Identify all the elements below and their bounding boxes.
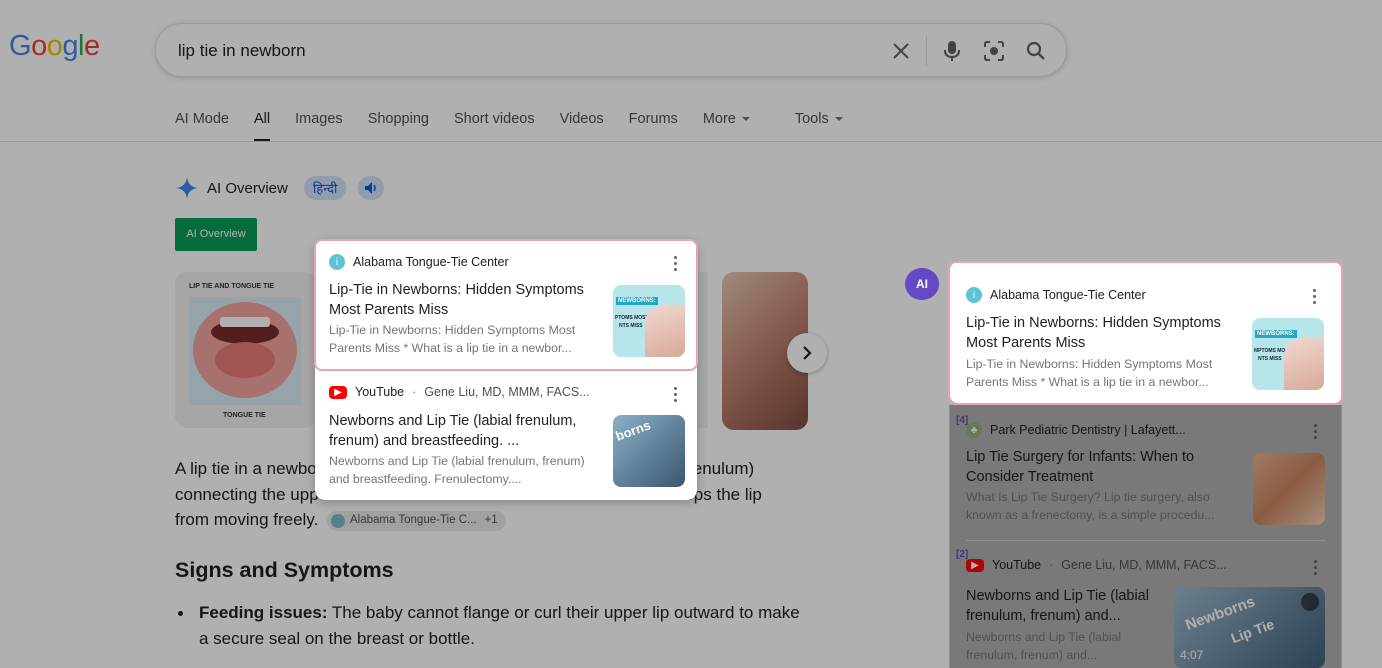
tab-forums[interactable]: Forums <box>629 110 678 142</box>
microphone-icon[interactable] <box>938 37 966 65</box>
ai-overview-title: AI Overview <box>207 179 288 197</box>
tab-label: Short videos <box>453 111 535 127</box>
bullet-label: Feeding issues: <box>199 603 328 622</box>
citation-more: +1 <box>484 513 498 526</box>
bullet-text: a secure seal on the breast or bottle. <box>199 628 475 648</box>
citation-popup: i Alabama Tongue-Tie Center Lip-Tie in N… <box>314 239 698 500</box>
search-box[interactable]: lip tie in newborn <box>155 23 1067 77</box>
source-favicon <box>331 513 346 528</box>
popup-result-card[interactable]: ▶ YouTube · Gene Liu, MD, MMM, FACS... N… <box>315 372 697 500</box>
tab-images[interactable]: Images <box>295 110 343 142</box>
result-title[interactable]: Newborns and Lip Tie (labial frenulum, f… <box>329 412 599 451</box>
language-hindi-button[interactable]: हिन्दी <box>303 176 347 200</box>
video-thumbnail[interactable]: borns <box>613 415 685 487</box>
source-name: YouTube <box>355 385 405 399</box>
carousel-next-button[interactable] <box>787 333 827 373</box>
listen-button[interactable] <box>358 176 385 200</box>
google-logo[interactable]: Google <box>9 30 100 63</box>
tab-videos[interactable]: Videos <box>560 110 604 142</box>
text-fragment: connecting the uppe <box>175 484 329 504</box>
more-options-icon[interactable] <box>674 387 678 402</box>
bullet-item: Feeding issues: The baby cannot flange o… <box>178 600 818 651</box>
citation-source: Alabama Tongue-Tie C... <box>350 513 477 526</box>
camera-lens-icon[interactable] <box>980 37 1008 65</box>
logo-letter: o <box>31 30 47 62</box>
search-icon[interactable] <box>1022 37 1050 65</box>
speaker-icon <box>365 182 377 194</box>
logo-letter: e <box>83 30 100 62</box>
tab-label: AI Mode <box>175 111 229 127</box>
search-divider <box>926 36 927 66</box>
ai-badge[interactable]: AI <box>905 268 939 300</box>
text-fragment: A lip tie in a newbo <box>175 459 317 478</box>
search-input[interactable]: lip tie in newborn <box>171 36 313 66</box>
tab-all[interactable]: All <box>254 110 271 142</box>
caret-down-icon <box>834 117 843 122</box>
dim-overlay-right <box>949 405 1342 668</box>
lip-tie-diagram-image[interactable]: LIP TIE AND TONGUE TIE TONGUE TIE <box>175 272 317 428</box>
highlight-outline <box>948 261 1343 405</box>
image-caption: TONGUE TIE <box>223 412 266 419</box>
gemini-sparkle-icon <box>176 177 198 199</box>
source-author: Gene Liu, MD, MMM, FACS... <box>424 385 590 399</box>
tab-short-videos[interactable]: Short videos <box>454 110 535 142</box>
caret-down-icon <box>741 117 750 122</box>
chevron-right-icon <box>803 346 812 360</box>
logo-letter: o <box>46 30 63 62</box>
logo-letter: g <box>62 30 78 62</box>
tab-label: Images <box>295 111 343 127</box>
tab-label: Tools <box>794 111 829 127</box>
bullet-text: The baby cannot flange or curl their upp… <box>327 603 800 622</box>
tab-label: Shopping <box>367 111 429 127</box>
header-divider <box>0 141 1382 142</box>
highlight-outline <box>314 239 698 371</box>
tab-tools[interactable]: Tools <box>795 110 843 142</box>
ai-overview-badge: AI Overview <box>175 218 257 251</box>
mouth-illustration <box>189 297 301 405</box>
thumbnail-text: borns <box>613 417 653 444</box>
clear-icon[interactable] <box>887 37 915 65</box>
tab-more[interactable]: More <box>703 110 750 142</box>
tab-shopping[interactable]: Shopping <box>368 110 429 142</box>
youtube-icon: ▶ <box>329 385 347 399</box>
ai-overview-header: AI Overview हिन्दी <box>175 176 385 200</box>
tab-label: All <box>254 111 271 127</box>
tab-ai-mode[interactable]: AI Mode <box>175 110 229 142</box>
text-fragment: from moving freely <box>175 510 314 529</box>
logo-letter: G <box>9 30 32 62</box>
tab-label: Videos <box>559 111 604 127</box>
citation-chip[interactable]: Alabama Tongue-Tie C... +1 <box>327 510 506 531</box>
bullet-dot <box>178 611 183 616</box>
tab-label: More <box>702 111 736 127</box>
tab-label: Forums <box>628 111 678 127</box>
section-heading: Signs and Symptoms <box>175 558 394 582</box>
search-tabs: AI Mode All Images Shopping Short videos… <box>175 110 868 142</box>
result-snippet: Newborns and Lip Tie (labial frenulum, f… <box>329 454 585 486</box>
text-fragment: enulum) <box>692 459 755 478</box>
